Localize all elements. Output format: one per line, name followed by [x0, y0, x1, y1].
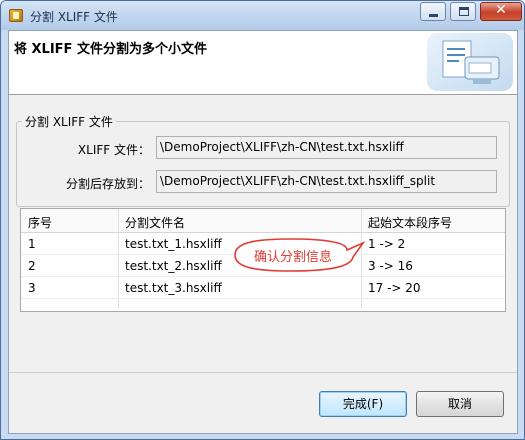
group-legend: 分割 XLIFF 文件 [22, 113, 116, 130]
column-header-segment-range[interactable]: 起始文本段序号 [368, 214, 452, 231]
xliff-file-field[interactable]: \DemoProject\XLIFF\zh-CN\test.txt.hsxlif… [156, 136, 497, 159]
cancel-button[interactable]: 取消 [416, 391, 504, 417]
split-group-box [16, 121, 510, 207]
row-segment-range: 1 -> 2 [368, 237, 406, 251]
footer-divider [9, 372, 517, 373]
row-index: 3 [28, 281, 36, 295]
title-bar[interactable]: 分割 XLIFF 文件 ✕ [1, 1, 524, 30]
window-title: 分割 XLIFF 文件 [30, 10, 118, 24]
maximize-button[interactable] [450, 2, 476, 21]
split-output-label: 分割后存放到： [65, 177, 150, 191]
split-xliff-dialog: 分割 XLIFF 文件 ✕ 将 XLIFF 文件分割为多个小文件 分割 XLIF… [0, 0, 525, 440]
split-file-banner-icon [427, 33, 513, 91]
app-icon [9, 9, 23, 22]
callout-text: 确认分割信息 [254, 250, 333, 265]
row-filename: test.txt_3.hsxliff [125, 281, 222, 295]
dialog-body: 将 XLIFF 文件分割为多个小文件 分割 XLIFF 文件 XLIFF 文件： [8, 30, 518, 434]
close-icon: ✕ [495, 2, 507, 18]
wizard-header: 将 XLIFF 文件分割为多个小文件 [9, 31, 517, 95]
row-filename: test.txt_2.hsxliff [125, 259, 222, 273]
maximize-icon [459, 7, 469, 16]
minimize-button[interactable] [420, 2, 446, 21]
table-header: 序号 分割文件名 起始文本段序号 [21, 209, 505, 233]
row-index: 2 [28, 259, 36, 273]
table-row[interactable]: 3 test.txt_3.hsxliff 17 -> 20 [21, 277, 505, 299]
finish-button[interactable]: 完成(F) [319, 391, 407, 417]
page-title: 将 XLIFF 文件分割为多个小文件 [14, 42, 207, 57]
row-segment-range: 17 -> 20 [368, 281, 421, 295]
close-button[interactable]: ✕ [480, 2, 522, 21]
minimize-icon [429, 14, 438, 17]
split-output-field[interactable]: \DemoProject\XLIFF\zh-CN\test.txt.hsxlif… [156, 170, 497, 193]
column-header-filename[interactable]: 分割文件名 [125, 214, 185, 231]
row-segment-range: 3 -> 16 [368, 259, 413, 273]
row-index: 1 [28, 237, 36, 251]
column-header-index[interactable]: 序号 [28, 214, 52, 231]
row-filename: test.txt_1.hsxliff [125, 237, 222, 251]
xliff-file-label: XLIFF 文件： [77, 143, 150, 157]
